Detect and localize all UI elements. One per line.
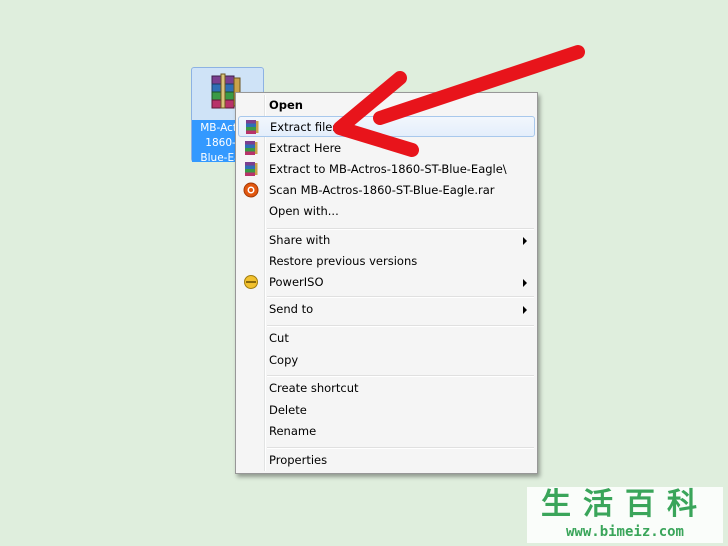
menu-separator (267, 296, 534, 298)
menu-item-open[interactable]: Open (238, 95, 535, 116)
menu-item-send-to[interactable]: Send to (238, 299, 535, 320)
menu-item-share-with[interactable]: Share with (238, 230, 535, 251)
menu-item-cut[interactable]: Cut (238, 328, 535, 349)
menu-item-label: Share with (269, 233, 331, 247)
menu-separator (267, 375, 534, 377)
menu-item-extract-files[interactable]: Extract files... (238, 116, 535, 137)
menu-item-properties[interactable]: Properties (238, 450, 535, 471)
menu-item-label: Open with... (269, 204, 339, 218)
menu-item-open-with[interactable]: Open with... (238, 201, 535, 222)
menu-separator (267, 325, 534, 327)
winrar-icon (245, 162, 258, 176)
menu-item-extract-to[interactable]: Extract to MB-Actros-1860-ST-Blue-Eagle\ (238, 159, 535, 180)
winrar-icon (245, 141, 258, 155)
winrar-icon (246, 120, 259, 134)
menu-item-label: Open (269, 98, 303, 112)
watermark: 生活百科 www.bimeiz.com (527, 487, 723, 543)
menu-item-label: Delete (269, 403, 307, 417)
menu-item-delete[interactable]: Delete (238, 400, 535, 421)
submenu-arrow-icon (523, 279, 527, 287)
menu-item-poweriso[interactable]: PowerISO (238, 272, 535, 293)
menu-item-restore-previous-versions[interactable]: Restore previous versions (238, 251, 535, 272)
menu-item-rename[interactable]: Rename (238, 421, 535, 442)
menu-item-label: Rename (269, 424, 317, 438)
watermark-url: www.bimeiz.com (565, 524, 684, 540)
menu-item-label: Send to (269, 302, 314, 316)
menu-item-label: Scan MB-Actros-1860-ST-Blue-Eagle.rar (269, 183, 495, 197)
antivirus-icon (243, 182, 259, 198)
menu-item-label: Extract files... (270, 120, 350, 134)
menu-item-label: Cut (269, 331, 289, 345)
submenu-arrow-icon (523, 237, 527, 245)
menu-item-label: Extract Here (269, 141, 342, 155)
menu-item-label: Copy (269, 353, 299, 367)
menu-item-create-shortcut[interactable]: Create shortcut (238, 378, 535, 399)
poweriso-icon (244, 275, 258, 289)
menu-item-scan[interactable]: Scan MB-Actros-1860-ST-Blue-Eagle.rar (238, 180, 535, 201)
menu-item-label: Restore previous versions (269, 254, 418, 268)
watermark-chinese-text: 生活百科 (541, 487, 709, 522)
context-menu: Open Extract files... Extract Here Extra… (235, 92, 538, 474)
menu-item-extract-here[interactable]: Extract Here (238, 138, 535, 159)
menu-item-label: Extract to MB-Actros-1860-ST-Blue-Eagle\ (269, 162, 507, 176)
menu-item-copy[interactable]: Copy (238, 350, 535, 371)
menu-separator (267, 447, 534, 449)
submenu-arrow-icon (523, 306, 527, 314)
menu-item-label: Create shortcut (269, 381, 359, 395)
menu-item-label: Properties (269, 453, 328, 467)
menu-item-label: PowerISO (269, 275, 324, 289)
